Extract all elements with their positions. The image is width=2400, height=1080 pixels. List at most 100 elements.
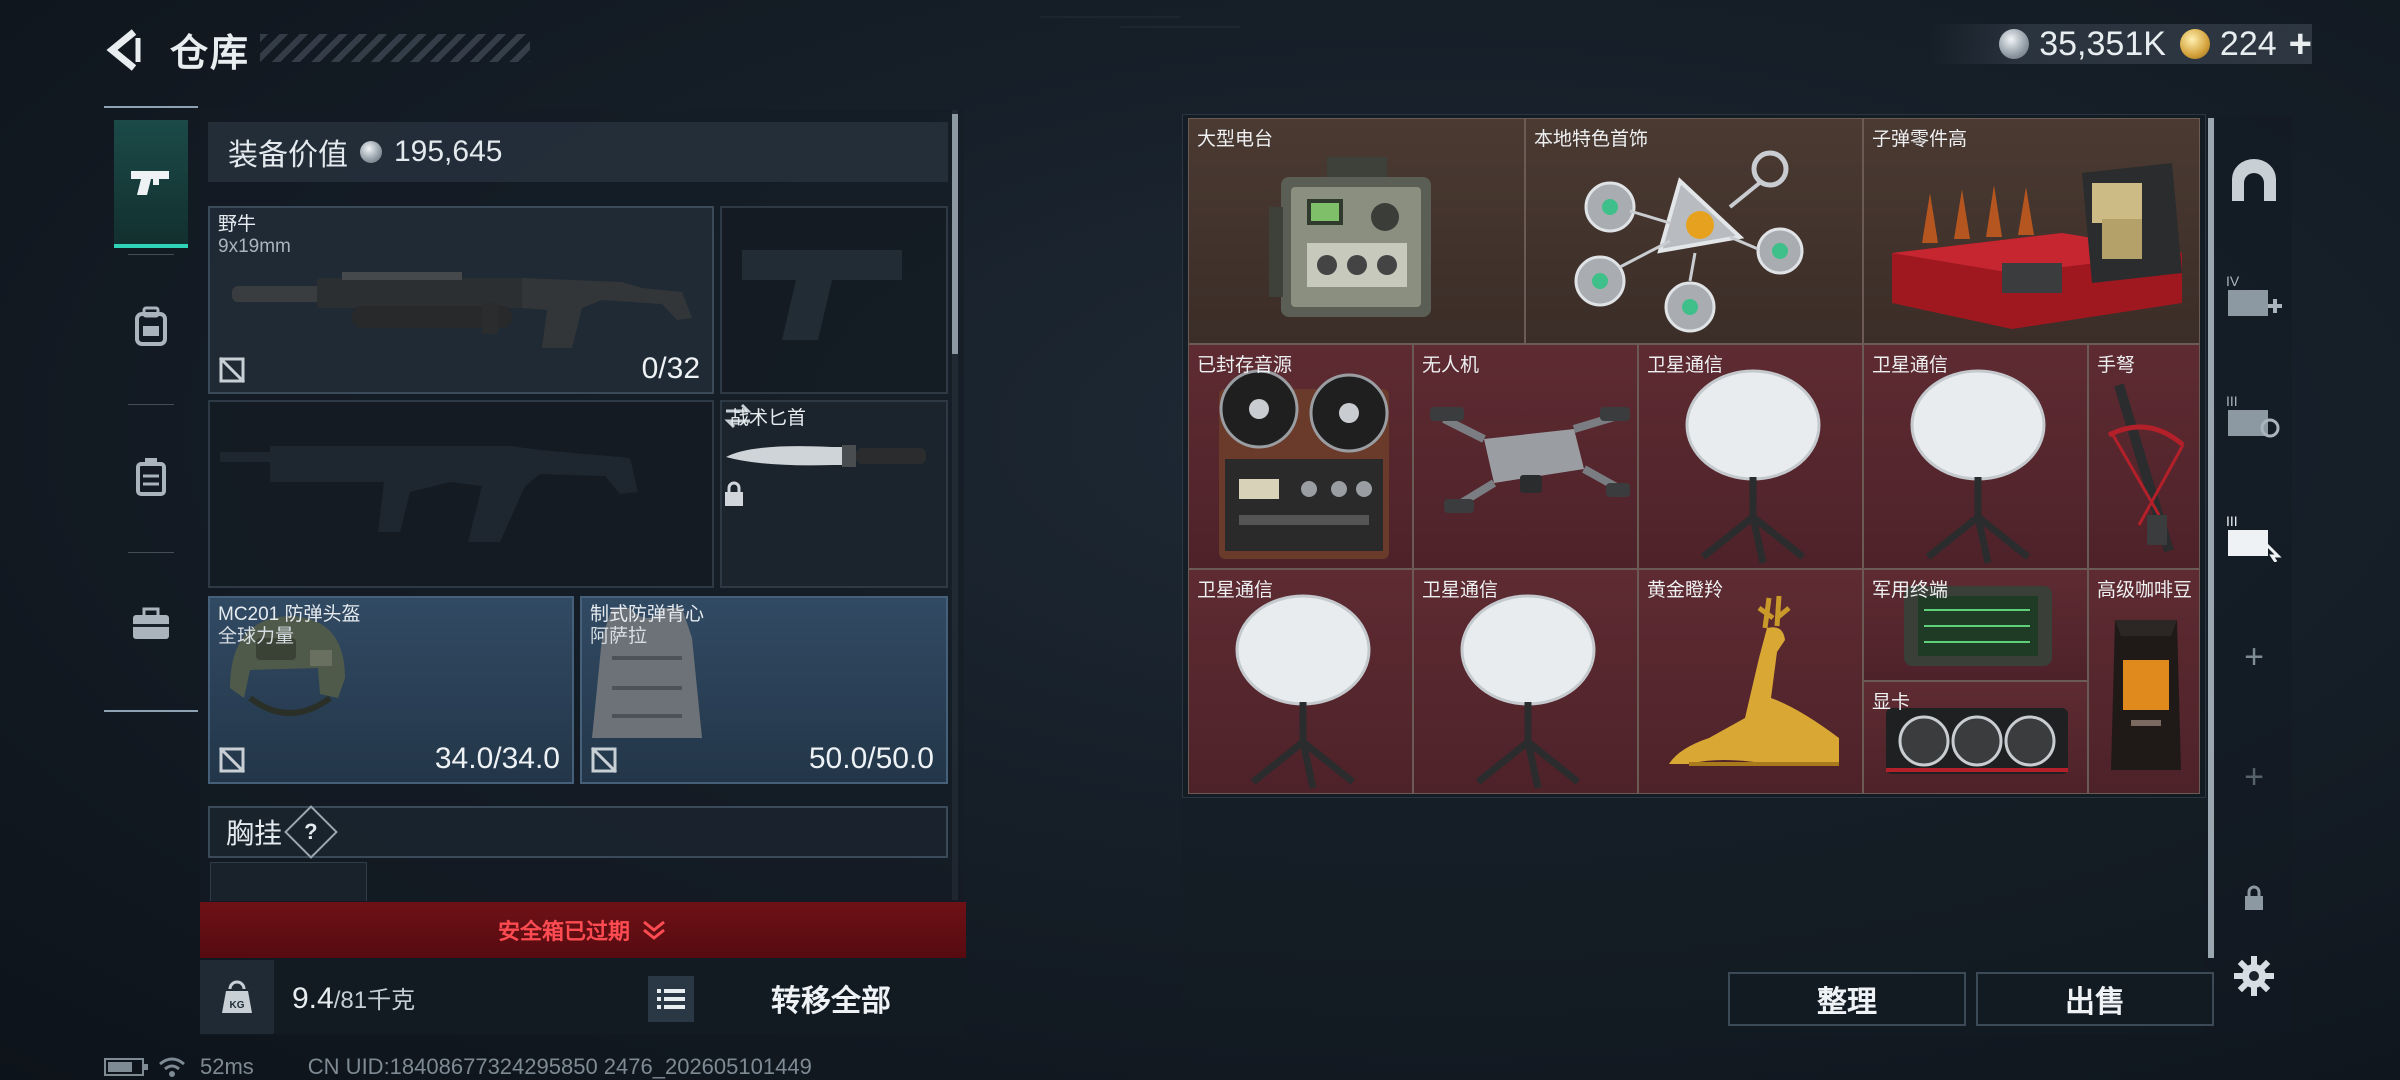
storage-item[interactable]: 无人机 bbox=[1413, 344, 1638, 569]
settings-button[interactable] bbox=[2222, 944, 2286, 1008]
lock-icon bbox=[725, 481, 743, 506]
storage-item[interactable]: 子弹零件高 bbox=[1863, 118, 2200, 344]
item-label: 无人机 bbox=[1422, 355, 1480, 376]
chest-rig-slot[interactable]: 胸挂 ? bbox=[208, 805, 948, 859]
add-gold-button[interactable]: + bbox=[2289, 22, 2312, 67]
sort-button[interactable]: 整理 bbox=[1728, 972, 1966, 1026]
radio-icon bbox=[1269, 157, 1431, 317]
storage-item[interactable]: 卫星通信 bbox=[1413, 569, 1638, 794]
pistol-slot[interactable] bbox=[720, 206, 948, 394]
helmet-slot[interactable]: MC201 防弹头盔 全球力量 34.0/34.0 bbox=[208, 596, 574, 784]
svg-text:III: III bbox=[2226, 513, 2238, 529]
storage-item[interactable]: 卫星通信 bbox=[1863, 344, 2088, 569]
storage-item[interactable]: 已封存音源 bbox=[1188, 344, 1413, 569]
storage-item[interactable]: 高级咖啡豆 bbox=[2088, 569, 2200, 794]
svg-text:III: III bbox=[2226, 393, 2238, 409]
tape-recorder-icon bbox=[1219, 369, 1389, 559]
melee-name: 战术匕首 bbox=[730, 408, 807, 429]
ping: 52ms bbox=[200, 1054, 254, 1079]
transfer-all-button[interactable]: 转移全部 bbox=[716, 966, 946, 1030]
status-row: 52ms CN UID:18408677324295850 2476_20260… bbox=[104, 1054, 812, 1080]
pistol-silhouette-icon bbox=[742, 250, 902, 340]
satellite-dish-icon bbox=[1460, 594, 1596, 789]
svg-text:IV: IV bbox=[2226, 273, 2240, 289]
item-label: 卫星通信 bbox=[1872, 355, 1949, 376]
safe-box-expired-banner[interactable]: 安全箱已过期 bbox=[200, 902, 966, 958]
silver-currency: 35,351K bbox=[1999, 25, 2166, 64]
storage-item[interactable]: 黄金瞪羚 bbox=[1638, 569, 1863, 794]
list-button[interactable] bbox=[648, 976, 694, 1022]
chevron-down-icon bbox=[643, 920, 665, 940]
armor-durability: 50.0/50.0 bbox=[808, 742, 934, 775]
case-icon bbox=[136, 458, 166, 496]
back-button[interactable] bbox=[100, 24, 152, 76]
storage-item[interactable]: 大型电台 bbox=[1188, 118, 1525, 344]
lock-icon bbox=[2245, 885, 2263, 910]
primary-weapon-slot[interactable]: 野牛 9x19mm 0/32 bbox=[208, 206, 714, 394]
silver-amount: 35,351K bbox=[2039, 24, 2166, 63]
storage-item[interactable]: 卫星通信 bbox=[1638, 344, 1863, 569]
storage-item[interactable]: 手弩 bbox=[2088, 344, 2200, 569]
silver-coin-icon bbox=[360, 141, 382, 163]
smg-bizon-icon bbox=[232, 272, 692, 348]
tab-toolbox[interactable] bbox=[114, 554, 188, 694]
sell-button[interactable]: 出售 bbox=[1976, 972, 2214, 1026]
tab-container[interactable] bbox=[114, 406, 188, 546]
chest-rig-label: 胸挂 bbox=[226, 818, 283, 849]
tab-storage-main[interactable] bbox=[2222, 148, 2286, 212]
back-arrow-icon bbox=[106, 29, 141, 71]
storage-item[interactable]: 显卡 bbox=[1863, 681, 2088, 794]
tab-equipment[interactable] bbox=[114, 256, 188, 396]
wifi-icon bbox=[159, 1057, 185, 1077]
melee-slot[interactable]: 战术匕首 bbox=[720, 400, 948, 588]
primary-weapon-name: 野牛 bbox=[218, 214, 257, 235]
no-insurance-icon bbox=[590, 746, 618, 774]
coffee-bag-icon bbox=[2111, 620, 2181, 770]
chest-rig-help-icon[interactable]: ? bbox=[284, 805, 338, 859]
weight-icon-box: KG bbox=[200, 960, 274, 1034]
loadout-scrollbar-thumb[interactable] bbox=[952, 114, 958, 354]
tab-storage-iii[interactable]: III bbox=[2222, 384, 2286, 448]
storage-item[interactable]: 军用终端 bbox=[1863, 569, 2088, 681]
battery-icon bbox=[104, 1058, 148, 1076]
storage-item[interactable]: 卫星通信 bbox=[1188, 569, 1413, 794]
item-label: 手弩 bbox=[2097, 355, 2136, 376]
title-decoration bbox=[260, 34, 530, 62]
storage-iii-selected-icon: III bbox=[2226, 513, 2282, 562]
weight-icon: KG bbox=[222, 980, 252, 1013]
equipment-value-label: 装备价值 bbox=[228, 139, 348, 172]
storage-scrollbar[interactable] bbox=[2208, 118, 2214, 958]
currency-display[interactable]: 35,351K 224 + bbox=[1929, 22, 2312, 67]
armor-maker: 阿萨拉 bbox=[590, 626, 648, 647]
weight-max: /81千克 bbox=[333, 987, 416, 1014]
primary-ammo-count: 0/32 bbox=[641, 352, 700, 385]
toolbox-icon bbox=[133, 607, 169, 639]
armor-slot[interactable]: 制式防弹背心 阿萨拉 50.0/50.0 bbox=[580, 596, 948, 784]
graphics-card-icon bbox=[1886, 708, 2068, 774]
equipment-value: 195,645 bbox=[394, 135, 503, 168]
item-label: 本地特色首饰 bbox=[1534, 129, 1649, 150]
add-storage-tab-button[interactable]: + bbox=[2238, 638, 2270, 677]
loadout-tabs bbox=[104, 106, 198, 712]
helmet-maker: 全球力量 bbox=[218, 626, 295, 647]
tab-weapons[interactable] bbox=[114, 120, 188, 248]
tab-storage-iii-selected[interactable]: III bbox=[2222, 504, 2286, 568]
storage-grid: 大型电台 本地特色首饰 子弹零件高 已封存音源 无人机 卫星通信 卫星通信 手弩… bbox=[1188, 118, 2200, 794]
no-insurance-icon bbox=[218, 746, 246, 774]
page-title: 仓库 bbox=[170, 33, 251, 75]
tab-storage-iv[interactable]: IV bbox=[2222, 264, 2286, 328]
add-storage-tab-button[interactable]: + bbox=[2238, 758, 2270, 797]
gold-currency[interactable]: 224 + bbox=[2179, 22, 2312, 67]
tactical-knife-icon bbox=[726, 445, 926, 467]
svg-text:KG: KG bbox=[230, 1000, 245, 1011]
jewelry-icon bbox=[1574, 150, 1804, 333]
armor-name: 制式防弹背心 bbox=[590, 604, 705, 625]
item-label: 显卡 bbox=[1872, 692, 1911, 713]
chest-rig-preview bbox=[210, 862, 367, 901]
secondary-weapon-slot[interactable] bbox=[208, 400, 714, 588]
locked-tab[interactable] bbox=[2222, 866, 2286, 930]
weight-readout: 9.4/81千克 bbox=[292, 980, 415, 1016]
silver-coin-icon bbox=[1999, 29, 2030, 59]
drone-icon bbox=[1430, 407, 1630, 513]
storage-item[interactable]: 本地特色首饰 bbox=[1525, 118, 1863, 344]
